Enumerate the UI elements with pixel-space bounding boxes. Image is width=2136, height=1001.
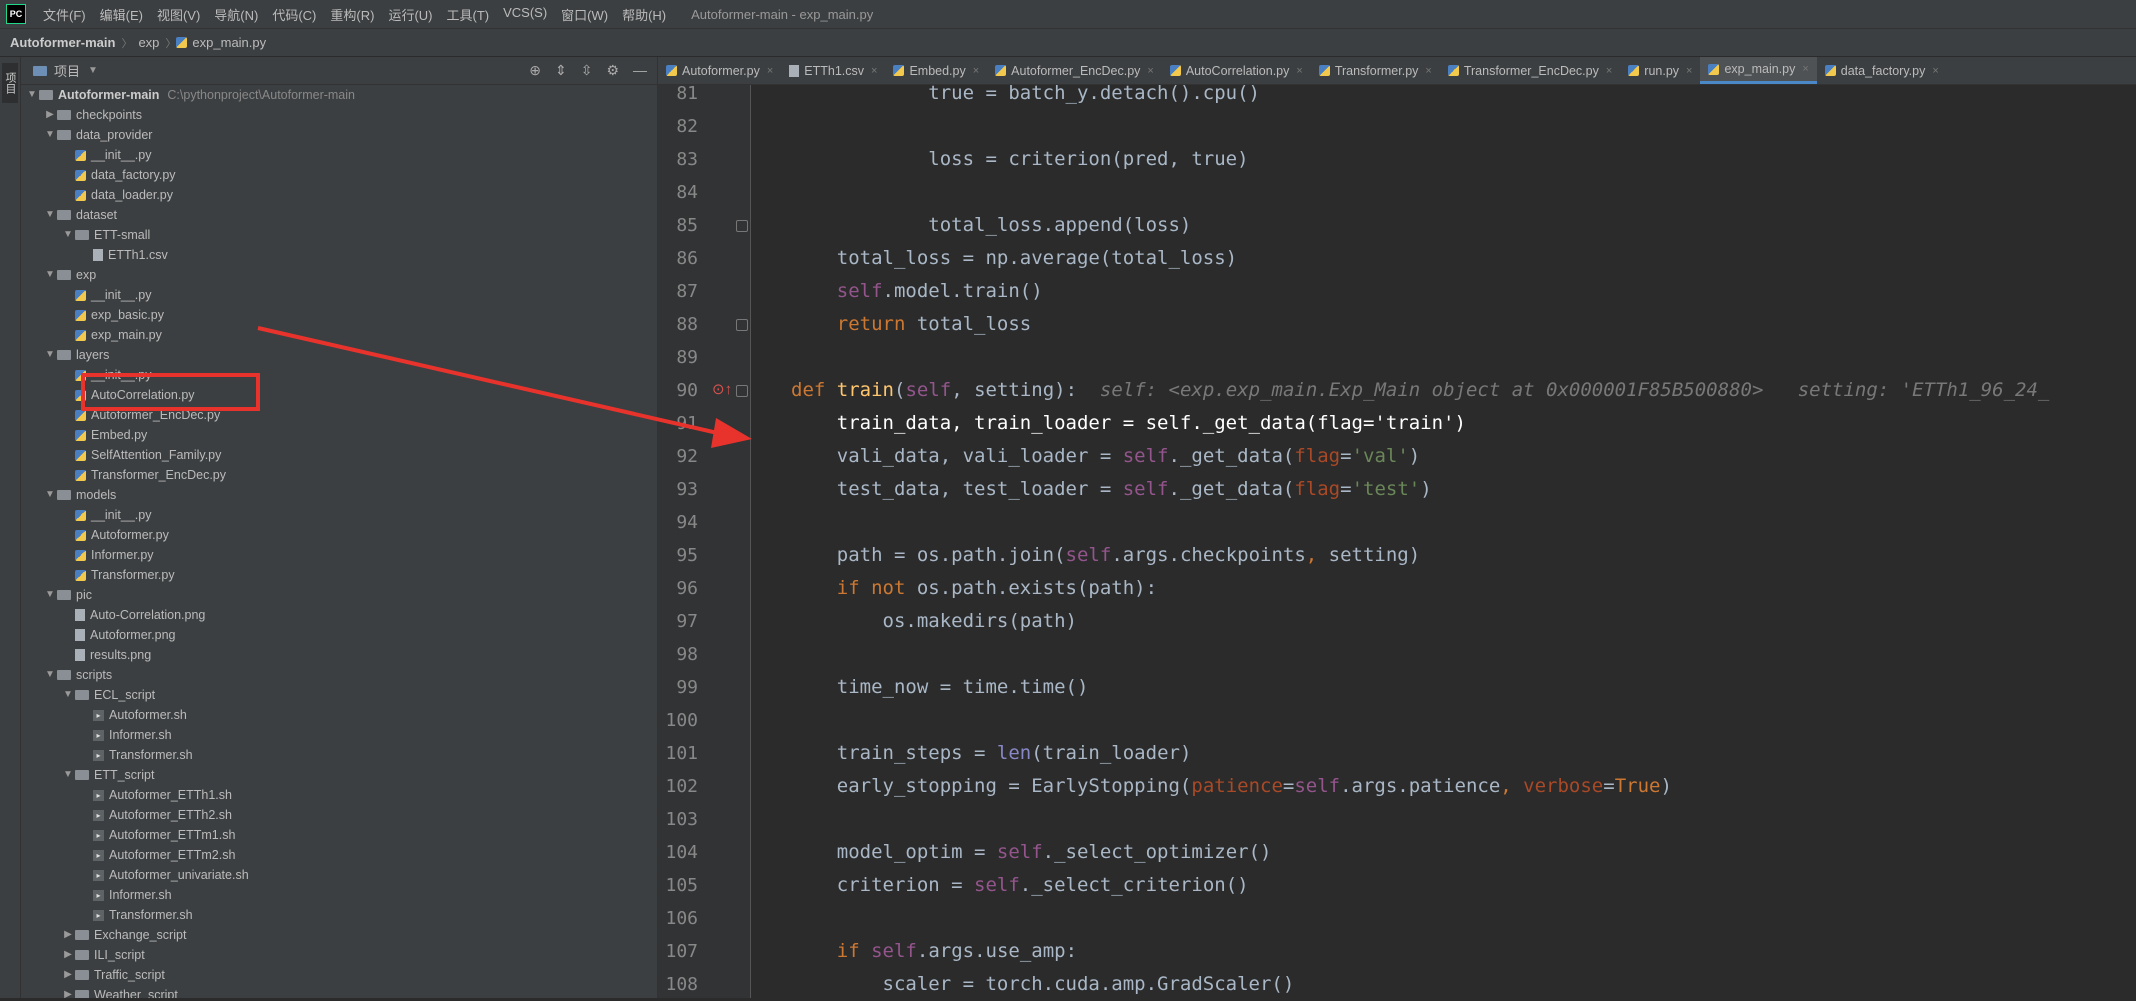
arrow-head xyxy=(711,418,752,448)
arrow-shaft xyxy=(257,326,723,436)
annotation-arrow xyxy=(257,326,752,448)
